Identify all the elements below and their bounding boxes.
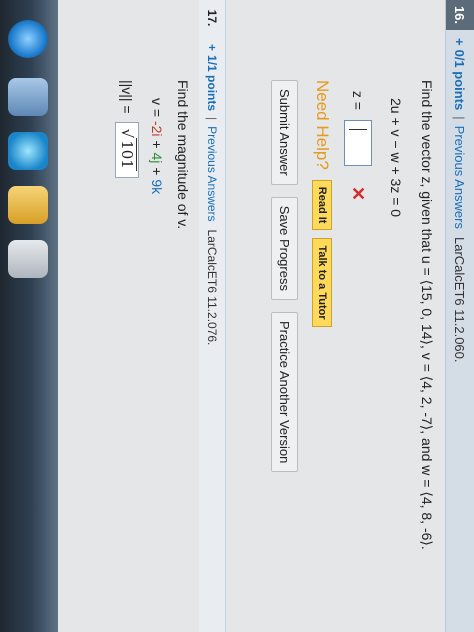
previous-answers-link[interactable]: Previous Answers xyxy=(453,126,468,229)
answer-label: z = xyxy=(350,90,366,110)
expand-plus-icon[interactable]: + xyxy=(453,38,468,46)
submit-answer-button[interactable]: Submit Answer xyxy=(271,80,298,185)
problem-source: LarCalcET6 11.2.060. xyxy=(452,237,468,363)
need-help-label: Need Help? xyxy=(313,80,332,170)
v-i-component: -2i xyxy=(149,120,165,137)
text-cursor xyxy=(349,129,367,130)
taskbar xyxy=(0,0,58,632)
separator: | xyxy=(205,117,219,121)
v-k-component: 9k xyxy=(149,179,165,195)
equation: 2u + v − w + 3z = 0 xyxy=(388,98,404,218)
question-17-header: 17. + 1/1 points | Previous Answers LarC… xyxy=(199,0,226,632)
points-label: 1/1 points xyxy=(205,55,219,112)
vector-v-definition: v = -2i + 4j + 9k xyxy=(149,80,165,632)
v-j-component: 4j xyxy=(149,152,165,164)
webassign-page: 16. + 0/1 points | Previous Answers LarC… xyxy=(58,0,474,632)
previous-answers-link[interactable]: Previous Answers xyxy=(205,126,219,221)
talk-to-tutor-button[interactable]: Talk to a Tutor xyxy=(312,238,332,327)
problem-text: Find the vector z, given that u = ⟨15, 0… xyxy=(419,80,435,550)
plus-sign: + xyxy=(149,136,165,153)
expand-plus-icon[interactable]: + xyxy=(205,44,219,51)
question-16-header: 16. + 0/1 points | Previous Answers LarC… xyxy=(445,0,474,632)
separator: | xyxy=(452,116,468,120)
points-label: 0/1 points xyxy=(452,49,468,111)
question-17: 17. + 1/1 points | Previous Answers LarC… xyxy=(58,0,226,632)
problem-source: LarCalcET6 11.2.076. xyxy=(205,229,219,346)
folder-icon[interactable] xyxy=(8,186,48,224)
sqrt-symbol: √ xyxy=(118,128,136,139)
save-progress-button[interactable]: Save Progress xyxy=(271,196,298,300)
v-prefix: v = xyxy=(149,98,165,121)
windows-start-icon[interactable] xyxy=(8,20,48,58)
incorrect-icon: ✕ xyxy=(348,186,369,202)
document-icon[interactable] xyxy=(8,240,48,278)
question-number: 16. xyxy=(446,0,474,30)
answer-input[interactable] xyxy=(344,120,372,166)
plus-sign: + xyxy=(149,163,165,180)
sqrt-value: 101 xyxy=(118,138,137,171)
question-number: 17. xyxy=(205,9,219,27)
internet-explorer-icon[interactable] xyxy=(8,132,48,170)
explorer-icon[interactable] xyxy=(8,78,48,116)
problem-text: Find the magnitude of v. xyxy=(175,80,191,230)
question-16: 16. + 0/1 points | Previous Answers LarC… xyxy=(236,0,474,632)
read-it-button[interactable]: Read It xyxy=(312,179,332,231)
norm-label: ||v|| = xyxy=(119,80,135,114)
answer-field[interactable]: √101 xyxy=(115,121,139,178)
practice-another-version-button[interactable]: Practice Another Version xyxy=(271,311,298,473)
